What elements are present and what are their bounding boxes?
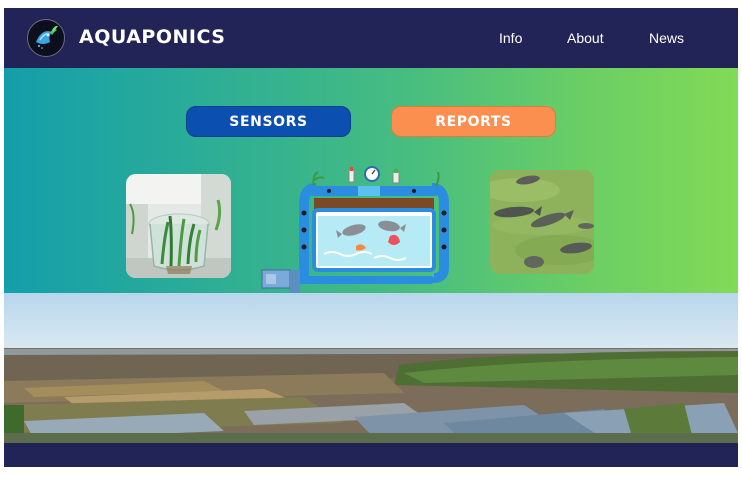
footer-bar <box>4 443 738 467</box>
nav-link-about[interactable]: About <box>567 30 604 46</box>
nav-link-news[interactable]: News <box>649 30 684 46</box>
reports-button[interactable]: REPORTS <box>391 106 556 137</box>
plants-in-jar-photo[interactable] <box>126 174 231 278</box>
top-navbar: AQUAPONICS Info About News <box>4 8 738 68</box>
nav-link-info[interactable]: Info <box>499 30 522 46</box>
hero-section: SENSORS REPORTS <box>4 68 738 294</box>
fish-logo-icon[interactable] <box>27 19 65 57</box>
fish-in-water-photo[interactable] <box>490 170 594 274</box>
app-frame: AQUAPONICS Info About News SENSORS REPOR… <box>4 8 738 467</box>
fish-ponds-landscape-photo <box>4 293 738 443</box>
brand-title: AQUAPONICS <box>79 26 226 48</box>
aquaponics-system-illustration <box>254 158 454 294</box>
sensors-button[interactable]: SENSORS <box>186 106 351 137</box>
